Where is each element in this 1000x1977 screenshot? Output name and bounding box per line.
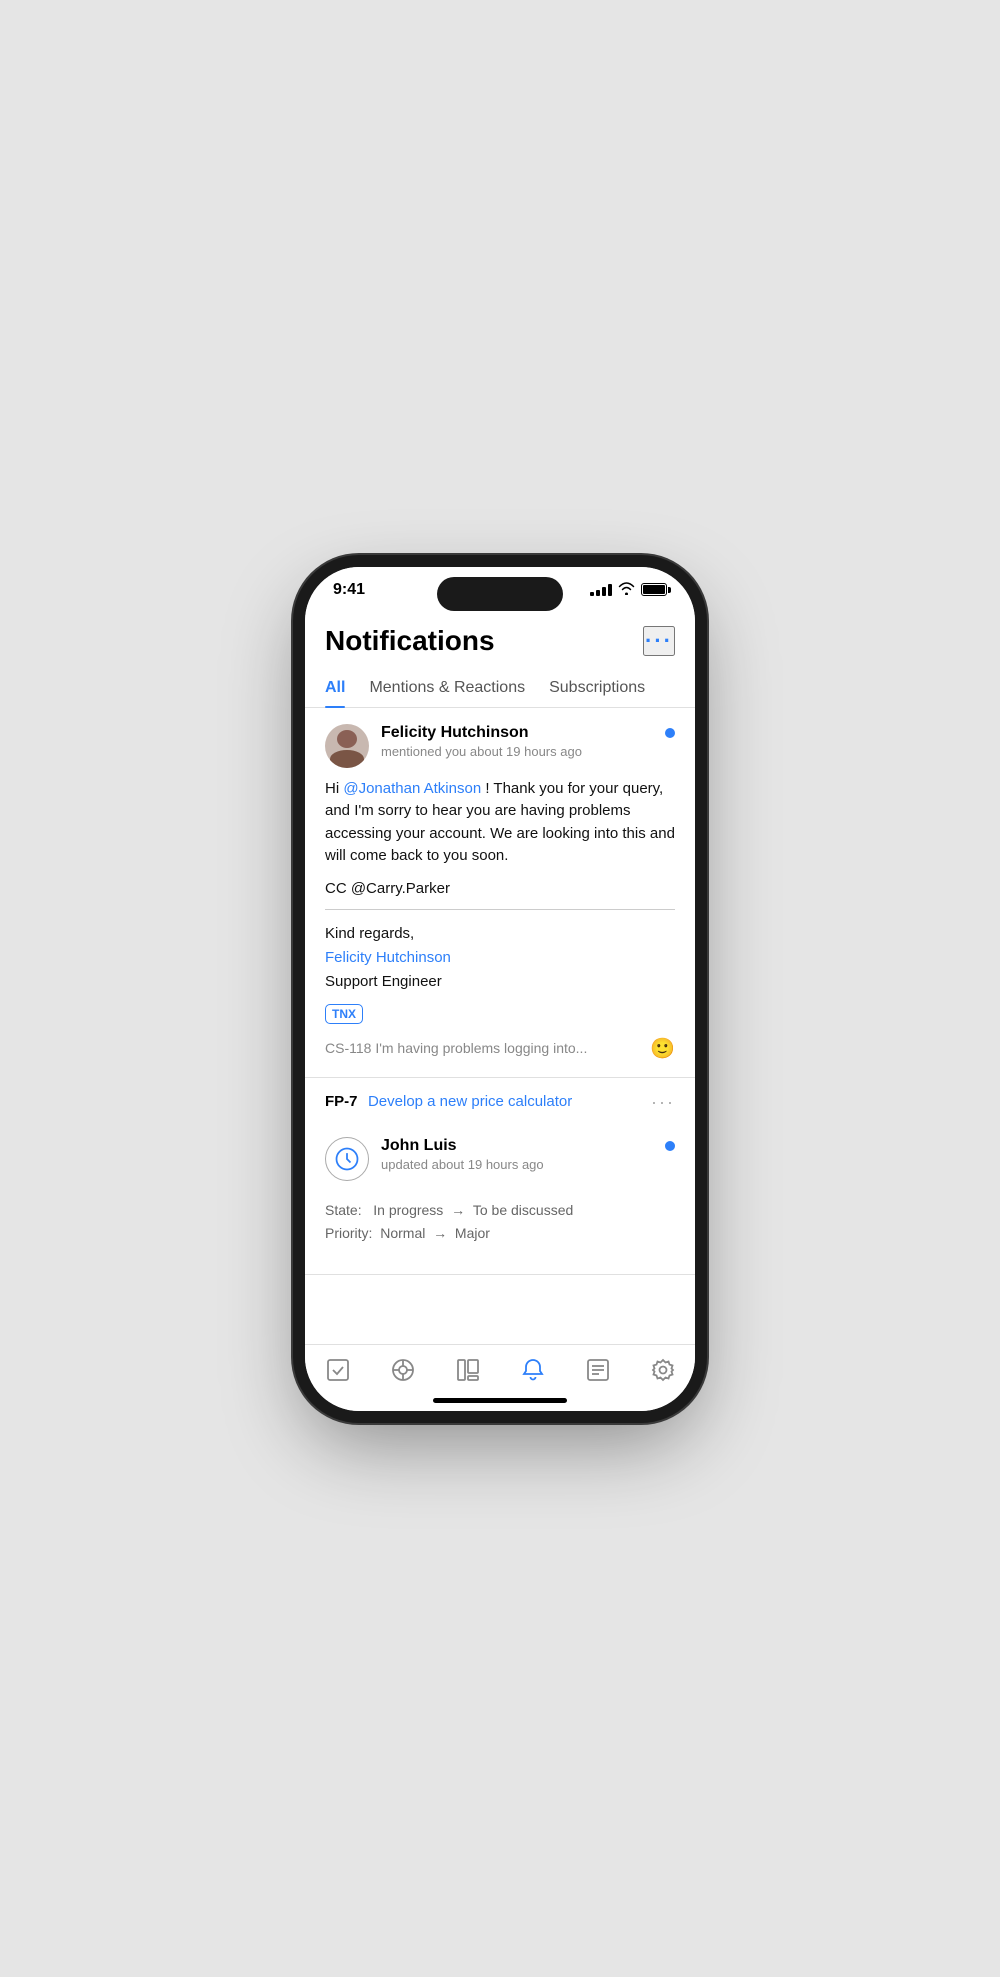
notifications-header: Notifications ··· [305, 609, 695, 669]
notif-2-header-row: John Luis updated about 19 hours ago [325, 1137, 675, 1181]
nav-help[interactable] [390, 1357, 416, 1383]
signal-icon [590, 584, 612, 596]
nav-settings[interactable] [650, 1357, 676, 1383]
issue-link-bar: FP-7 Develop a new price calculator ··· [305, 1078, 695, 1121]
issue-more-button[interactable]: ··· [651, 1092, 675, 1113]
phone-frame: 9:41 Notifications [305, 567, 695, 1411]
state-change-info: State: In progress → To be discussed Pri… [325, 1191, 675, 1259]
header-more-button[interactable]: ··· [643, 626, 675, 656]
priority-arrow: → [433, 1225, 447, 1241]
priority-from: Normal [380, 1225, 425, 1241]
notif-1-body: Felicity Hutchinson mentioned you about … [305, 708, 695, 1077]
tabs-bar: All Mentions & Reactions Subscriptions [305, 669, 695, 708]
notif-2-time: updated about 19 hours ago [381, 1157, 653, 1172]
nav-articles[interactable] [585, 1357, 611, 1383]
home-indicator [433, 1398, 567, 1403]
nav-notifications[interactable] [520, 1357, 546, 1383]
notif-1-header-row: Felicity Hutchinson mentioned you about … [325, 724, 675, 768]
tab-mentions-reactions[interactable]: Mentions & Reactions [369, 669, 525, 707]
priority-label: Priority: [325, 1225, 372, 1241]
notif-1-author: Felicity Hutchinson [381, 724, 653, 742]
avatar [325, 724, 369, 768]
dynamic-island [437, 577, 563, 611]
content-area: Notifications ··· All Mentions & Reactio… [305, 609, 695, 1344]
issue-ref-text: CS-118 I'm having problems logging into.… [325, 1040, 587, 1056]
clock-icon [333, 1145, 361, 1173]
unread-indicator [665, 728, 675, 738]
notif-2-body: John Luis updated about 19 hours ago Sta… [305, 1121, 695, 1275]
wifi-icon [618, 582, 635, 598]
signature: Kind regards, Felicity Hutchinson Suppor… [325, 922, 675, 994]
tag-label: TNX [332, 1007, 356, 1021]
status-time: 9:41 [333, 581, 365, 599]
signature-role: Support Engineer [325, 970, 675, 994]
state-arrow: → [451, 1202, 465, 1218]
notif-1-message: Hi @Jonathan Atkinson ! Thank you for yo… [325, 778, 675, 868]
state-from: In progress [373, 1202, 443, 1218]
tab-subscriptions[interactable]: Subscriptions [549, 669, 645, 707]
avatar-2 [325, 1137, 369, 1181]
issue-title-link[interactable]: Develop a new price calculator [368, 1093, 572, 1110]
signature-name-link[interactable]: Felicity Hutchinson [325, 946, 675, 970]
notif-2-author: John Luis [381, 1137, 653, 1155]
priority-to: Major [455, 1225, 490, 1241]
cc-line: CC @Carry.Parker [325, 880, 675, 910]
battery-icon [641, 583, 667, 596]
notif-1-meta: Felicity Hutchinson mentioned you about … [381, 724, 653, 759]
nav-tasks[interactable] [325, 1357, 351, 1383]
signature-greeting: Kind regards, [325, 922, 675, 946]
notification-item-2: FP-7 Develop a new price calculator ··· … [305, 1078, 695, 1276]
state-label: State: [325, 1202, 362, 1218]
notif-2-meta: John Luis updated about 19 hours ago [381, 1137, 653, 1172]
notification-item-1: Felicity Hutchinson mentioned you about … [305, 708, 695, 1078]
nav-board[interactable] [455, 1357, 481, 1383]
notif-1-time: mentioned you about 19 hours ago [381, 744, 653, 759]
tag-badge: TNX [325, 1004, 363, 1024]
mention-link[interactable]: @Jonathan Atkinson [343, 780, 481, 797]
unread-indicator-2 [665, 1141, 675, 1151]
issue-id: FP-7 [325, 1093, 358, 1110]
state-to: To be discussed [473, 1202, 573, 1218]
page-title: Notifications [325, 625, 495, 657]
status-icons [590, 582, 667, 598]
reaction-button[interactable]: 🙂 [650, 1036, 675, 1061]
issue-ref-row: CS-118 I'm having problems logging into.… [325, 1036, 675, 1061]
tab-all[interactable]: All [325, 669, 345, 707]
